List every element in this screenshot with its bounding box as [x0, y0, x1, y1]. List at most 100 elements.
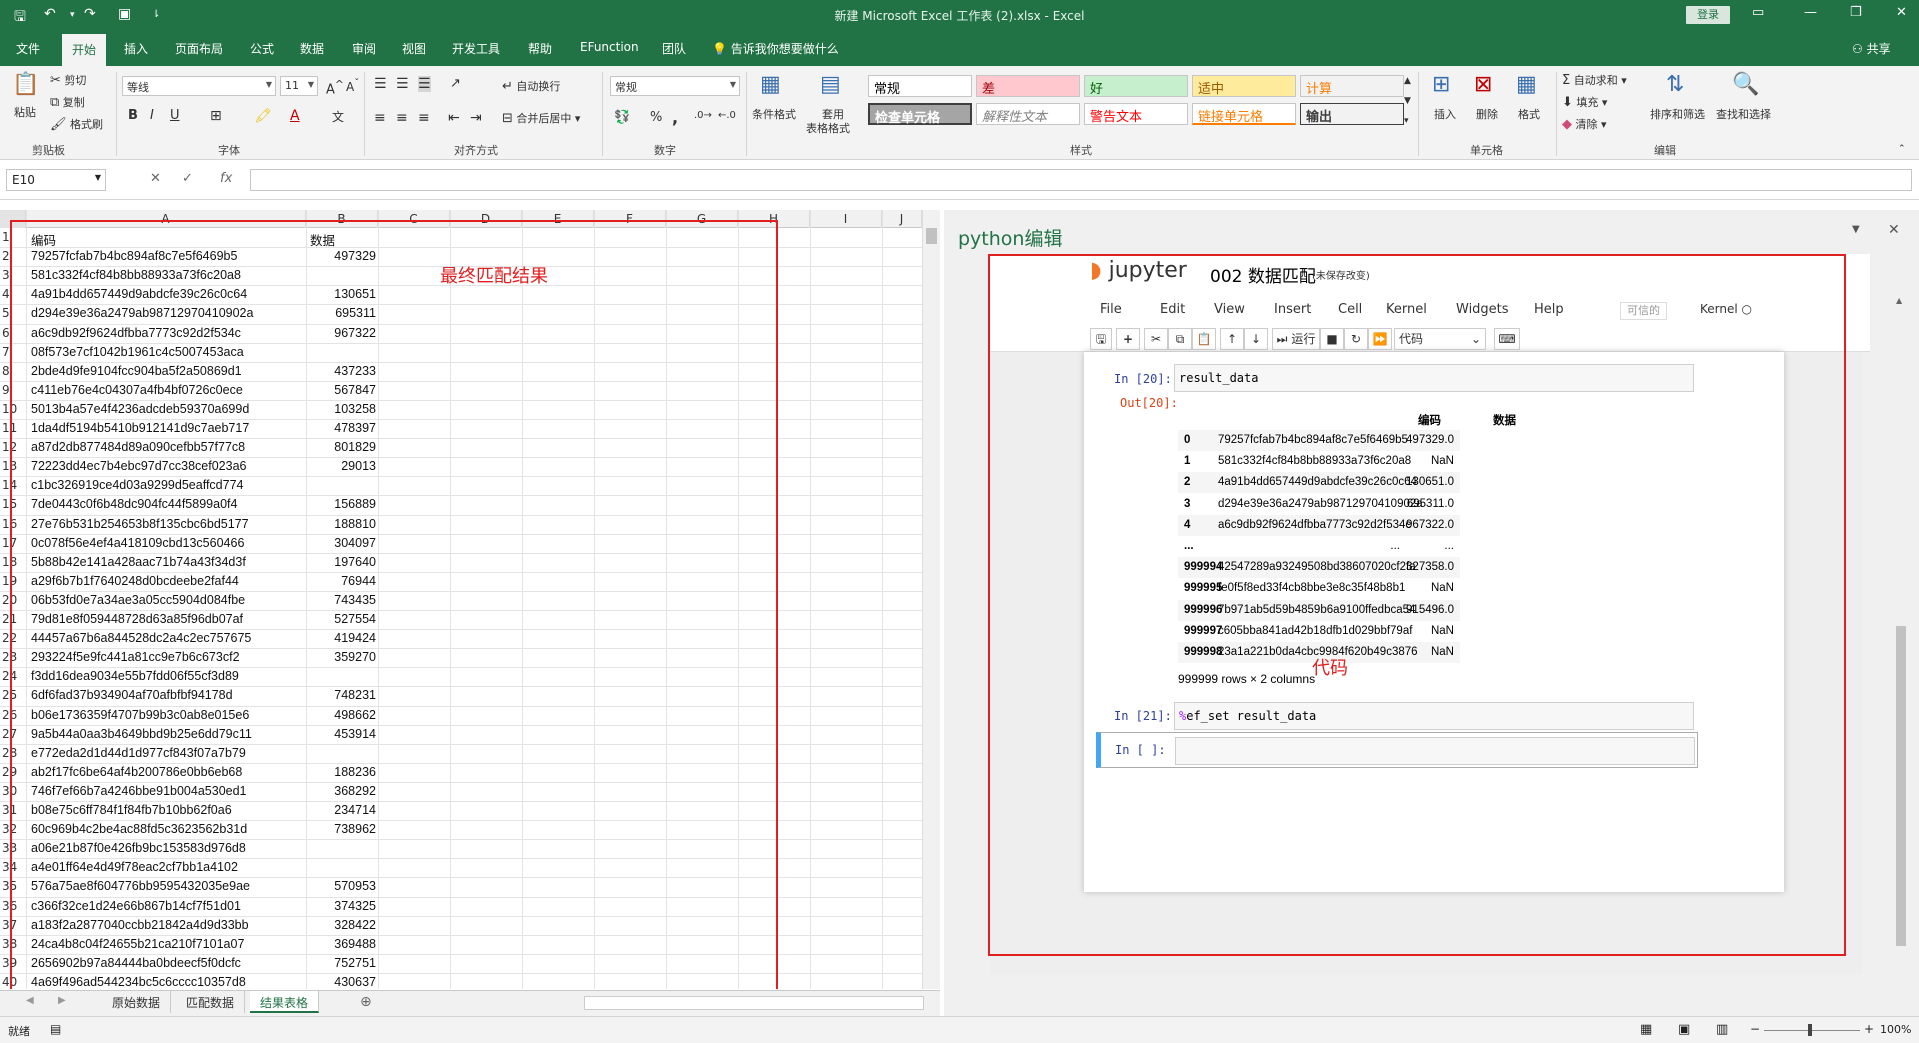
horizontal-scrollbar[interactable]: [584, 996, 924, 1010]
minimize-icon[interactable]: —: [1804, 5, 1817, 20]
increase-decimal-icon[interactable]: .0→: [694, 110, 712, 121]
italic-button[interactable]: I: [150, 108, 154, 123]
align-middle-icon[interactable]: ☰: [396, 76, 409, 92]
font-name-select[interactable]: 等线 ▼: [122, 76, 276, 96]
pane-scroll-thumb[interactable]: [1896, 626, 1906, 946]
table-format-icon[interactable]: ▤: [820, 72, 841, 97]
tell-me-box[interactable]: 💡 告诉我你想要做什么: [712, 40, 839, 57]
styles-scroll-down-icon[interactable]: ▼: [1404, 96, 1411, 106]
formula-input[interactable]: [250, 169, 1912, 191]
style-good[interactable]: 好: [1084, 75, 1188, 97]
ribbon-display-icon[interactable]: ▭: [1752, 5, 1764, 20]
cancel-icon[interactable]: ✕: [150, 171, 161, 186]
find-select-icon[interactable]: 🔍: [1732, 72, 1759, 97]
tab-efunction[interactable]: EFunction: [580, 40, 639, 54]
spreadsheet-grid[interactable]: A B C D E F G H I J 1 编码 数据 2 79257fcfab7b4b…: [0, 210, 940, 989]
share-button[interactable]: ⚇ 共享: [1852, 40, 1891, 57]
autosum-button[interactable]: Σ 自动求和 ▾: [1562, 72, 1627, 88]
scroll-up-icon[interactable]: ▲: [1896, 296, 1906, 310]
tab-insert[interactable]: 插入: [124, 40, 148, 57]
cut-button[interactable]: ✂ 剪切: [50, 72, 86, 88]
decrease-indent-icon[interactable]: ⇤: [448, 110, 460, 126]
decrease-decimal-icon[interactable]: ←.0: [718, 110, 736, 121]
align-left-icon[interactable]: ≡: [374, 110, 386, 126]
tab-help[interactable]: 帮助: [528, 40, 552, 57]
tab-view[interactable]: 视图: [402, 40, 426, 57]
tab-review[interactable]: 审阅: [352, 40, 376, 57]
clear-button[interactable]: ◆ 清除 ▾: [1562, 116, 1607, 132]
page-layout-view-icon[interactable]: ▣: [1678, 1022, 1690, 1037]
currency-icon[interactable]: 💱: [614, 110, 630, 125]
column-header-j[interactable]: J: [882, 210, 922, 228]
conditional-format-icon[interactable]: ▦: [760, 72, 781, 97]
align-center-icon[interactable]: ≡: [396, 110, 408, 126]
fill-color-icon[interactable]: 🖍: [254, 108, 272, 124]
styles-more-icon[interactable]: ▾: [1404, 116, 1409, 126]
pane-options-icon[interactable]: ▼: [1852, 224, 1860, 235]
sheet-tab-match[interactable]: 匹配数据: [176, 991, 246, 1013]
tab-team[interactable]: 团队: [662, 40, 686, 57]
merge-center-button[interactable]: ⊟ 合并后居中 ▾: [502, 110, 580, 126]
zoom-out-icon[interactable]: −: [1750, 1022, 1760, 1036]
insert-cells-icon[interactable]: ⊞: [1432, 72, 1450, 97]
normal-view-icon[interactable]: ▦: [1640, 1022, 1652, 1037]
orientation-icon[interactable]: ↗: [450, 76, 461, 91]
pane-close-icon[interactable]: ✕: [1888, 222, 1900, 238]
macro-record-icon[interactable]: ▤: [50, 1022, 61, 1036]
style-explanatory[interactable]: 解释性文本: [976, 103, 1080, 125]
underline-button[interactable]: U: [170, 108, 180, 123]
align-right-icon[interactable]: ≡: [418, 110, 430, 126]
sheet-tab-result[interactable]: 结果表格: [250, 991, 320, 1013]
fill-button[interactable]: ⬇ 填充 ▾: [1562, 94, 1607, 110]
phonetic-icon[interactable]: 文: [332, 108, 344, 125]
scroll-right-icon[interactable]: ▶: [58, 995, 66, 1006]
zoom-in-icon[interactable]: +: [1864, 1022, 1874, 1036]
tab-data[interactable]: 数据: [300, 40, 324, 57]
align-top-icon[interactable]: ☰: [374, 76, 387, 92]
paste-icon[interactable]: 📋: [12, 72, 39, 97]
paste-button[interactable]: 粘贴: [14, 104, 36, 120]
notebook-scrollbar[interactable]: [1862, 352, 1870, 974]
confirm-icon[interactable]: ✓: [182, 171, 193, 186]
zoom-slider-thumb[interactable]: [1808, 1024, 1812, 1036]
collapse-ribbon-icon[interactable]: ⌃: [1898, 144, 1906, 154]
close-icon[interactable]: ✕: [1896, 5, 1907, 20]
copy-button[interactable]: ⧉ 复制: [50, 94, 85, 110]
login-button[interactable]: 登录: [1686, 6, 1730, 24]
wrap-text-button[interactable]: ↵ 自动换行: [502, 78, 560, 94]
sort-filter-button[interactable]: 排序和筛选: [1650, 106, 1705, 122]
style-output[interactable]: 输出: [1300, 103, 1404, 125]
styles-scroll-up-icon[interactable]: ▲: [1404, 76, 1411, 86]
percent-button[interactable]: %: [650, 110, 662, 125]
style-check-cell[interactable]: 检查单元格: [868, 103, 972, 126]
bold-button[interactable]: B: [128, 108, 138, 123]
tab-developer[interactable]: 开发工具: [452, 40, 500, 57]
tab-formulas[interactable]: 公式: [250, 40, 274, 57]
style-warning[interactable]: 警告文本: [1084, 103, 1188, 125]
increase-indent-icon[interactable]: ⇥: [470, 110, 482, 126]
align-bottom-icon[interactable]: ☰: [418, 76, 431, 92]
style-calculation[interactable]: 计算: [1300, 75, 1404, 97]
insert-cells-button[interactable]: 插入: [1434, 106, 1456, 122]
tab-home[interactable]: 开始: [62, 34, 107, 66]
find-select-button[interactable]: 查找和选择: [1716, 106, 1771, 122]
font-color-icon[interactable]: A: [290, 108, 300, 124]
delete-cells-icon[interactable]: ⊠: [1474, 72, 1492, 97]
border-icon[interactable]: ⊞: [210, 108, 222, 124]
number-format-select[interactable]: 常规 ▼: [610, 76, 740, 96]
sheet-tab-original[interactable]: 原始数据: [102, 991, 172, 1013]
pane-scrollbar[interactable]: ▲: [1894, 296, 1908, 1016]
table-format-line2[interactable]: 表格格式: [806, 120, 850, 136]
zoom-slider[interactable]: [1764, 1030, 1860, 1031]
name-box[interactable]: E10 ▼: [6, 169, 106, 191]
shrink-font-icon[interactable]: Aˇ: [346, 78, 359, 94]
conditional-format-button[interactable]: 条件格式: [752, 106, 796, 122]
format-cells-button[interactable]: 格式: [1518, 106, 1540, 122]
delete-cells-button[interactable]: 删除: [1476, 106, 1498, 122]
format-cells-icon[interactable]: ▦: [1516, 72, 1537, 97]
column-header-i[interactable]: I: [810, 210, 882, 228]
tab-file[interactable]: 文件: [16, 40, 40, 57]
style-bad[interactable]: 差: [976, 75, 1080, 97]
scroll-thumb[interactable]: [926, 228, 937, 244]
sort-filter-icon[interactable]: ⇅: [1666, 72, 1684, 97]
